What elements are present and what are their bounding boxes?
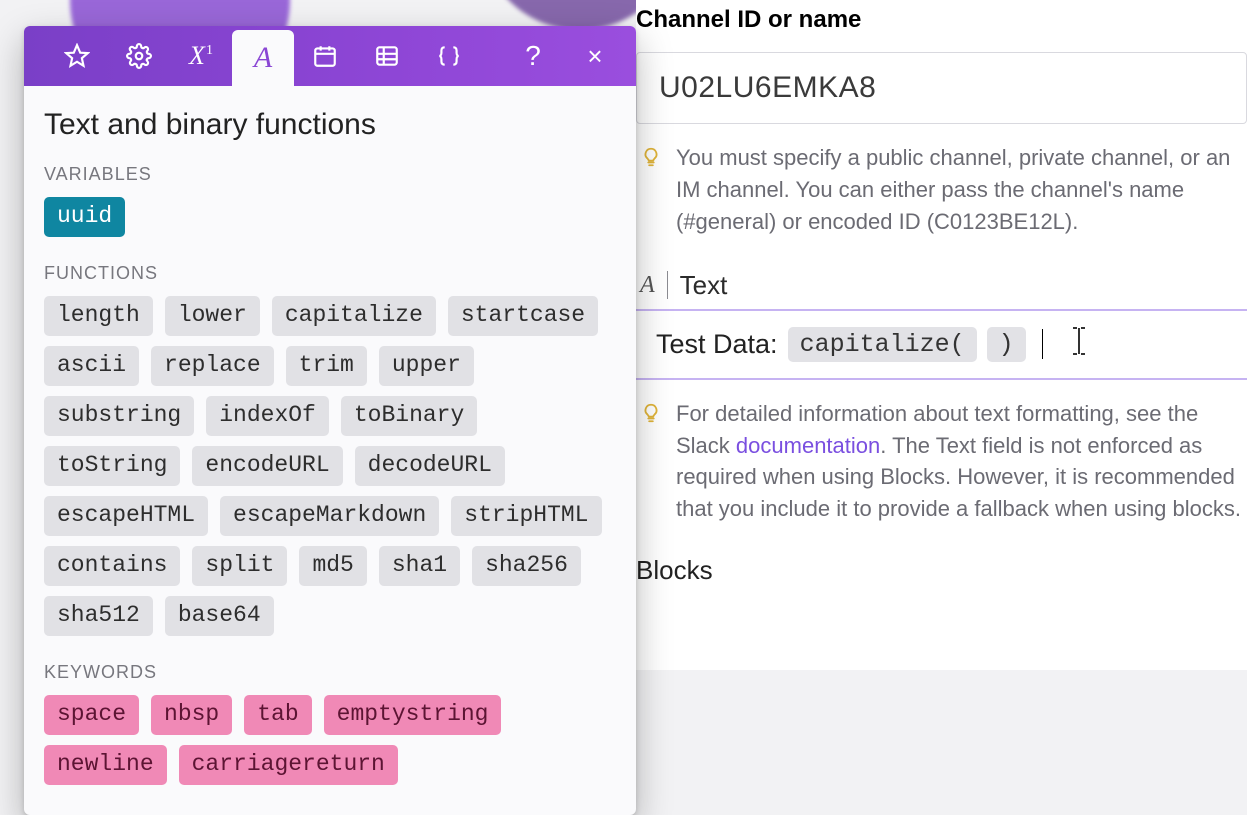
function-pill-base64[interactable]: base64 [165, 596, 274, 636]
channel-hint: You must specify a public channel, priva… [636, 124, 1247, 238]
keyword-pill-space[interactable]: space [44, 695, 139, 735]
braces-icon [436, 43, 462, 69]
tab-text[interactable]: A [232, 30, 294, 86]
function-pill-indexOf[interactable]: indexOf [206, 396, 329, 436]
keyword-pill-newline[interactable]: newline [44, 745, 167, 785]
function-token-close[interactable]: ) [987, 327, 1026, 362]
tab-json[interactable] [418, 26, 480, 86]
channel-input-wrap[interactable] [636, 52, 1247, 124]
function-pill-escapeMarkdown[interactable]: escapeMarkdown [220, 496, 439, 536]
function-pill-toBinary[interactable]: toBinary [341, 396, 477, 436]
text-header-label: Text [680, 270, 728, 301]
text-hint: For detailed information about text form… [636, 380, 1247, 526]
ibeam-cursor-icon [1069, 325, 1089, 364]
function-pill-ascii[interactable]: ascii [44, 346, 139, 386]
keywords-list: space nbsptab emptystring newline carriagere… [44, 695, 616, 785]
channel-input[interactable] [659, 71, 1224, 105]
keyword-pill-carriagereturn[interactable]: carriagereturn [179, 745, 398, 785]
popover-tabs: X1 A ? × [24, 26, 636, 86]
function-pill-sha256[interactable]: sha256 [472, 546, 581, 586]
math-icon: X1 [189, 41, 213, 71]
blocks-label: Blocks [636, 525, 1247, 596]
function-pill-length[interactable]: length [44, 296, 153, 336]
help-icon: ? [525, 40, 541, 72]
function-pill-split[interactable]: split [192, 546, 287, 586]
keyword-pill-tab[interactable]: tab [244, 695, 311, 735]
function-pill-sha512[interactable]: sha512 [44, 596, 153, 636]
function-pill-replace[interactable]: replace [151, 346, 274, 386]
divider [667, 271, 668, 299]
function-pill-contains[interactable]: contains [44, 546, 180, 586]
function-pill-trim[interactable]: trim [286, 346, 367, 386]
tab-settings[interactable] [108, 26, 170, 86]
gear-icon [126, 43, 152, 69]
function-pill-upper[interactable]: upper [379, 346, 474, 386]
text-hint-body: For detailed information about text form… [676, 398, 1247, 526]
lightbulb-icon [640, 402, 662, 424]
function-token-open[interactable]: capitalize( [788, 327, 977, 362]
tab-close[interactable]: × [564, 26, 626, 86]
function-pill-startcase[interactable]: startcase [448, 296, 598, 336]
function-pill-stripHTML[interactable]: stripHTML [451, 496, 601, 536]
tab-favorites[interactable] [46, 26, 108, 86]
form-pane: Channel ID or name You must specify a pu… [636, 0, 1247, 670]
text-input[interactable]: Test Data: capitalize( ) [636, 309, 1247, 380]
function-popover: X1 A ? × Text and binary functions VARIA… [24, 26, 636, 815]
function-pill-capitalize[interactable]: capitalize [272, 296, 436, 336]
keyword-pill-emptystring[interactable]: emptystring [324, 695, 502, 735]
table-icon [374, 43, 400, 69]
tab-date[interactable] [294, 26, 356, 86]
text-caret [1042, 329, 1043, 359]
close-icon: × [587, 41, 602, 72]
function-pill-substring[interactable]: substring [44, 396, 194, 436]
lightbulb-icon [640, 146, 662, 168]
channel-label: Channel ID or name [636, 0, 1247, 44]
calendar-icon [312, 43, 338, 69]
documentation-link[interactable]: documentation [736, 433, 880, 458]
function-pill-md5[interactable]: md5 [299, 546, 366, 586]
functions-list: length lower capitalize startcase ascii repla… [44, 296, 616, 636]
tab-math[interactable]: X1 [170, 26, 232, 86]
functions-group-label: FUNCTIONS [44, 263, 616, 284]
variable-pill-uuid[interactable]: uuid [44, 197, 125, 237]
variables-group-label: VARIABLES [44, 164, 616, 185]
function-pill-lower[interactable]: lower [165, 296, 260, 336]
star-icon [64, 43, 90, 69]
keyword-pill-nbsp[interactable]: nbsp [151, 695, 232, 735]
text-section: A Text Test Data: capitalize( ) For deta… [636, 266, 1247, 597]
function-pill-toString[interactable]: toString [44, 446, 180, 486]
keywords-group-label: KEYWORDS [44, 662, 616, 683]
popover-title: Text and binary functions [44, 108, 616, 142]
function-pill-decodeURL[interactable]: decodeURL [355, 446, 505, 486]
function-pill-escapeHTML[interactable]: escapeHTML [44, 496, 208, 536]
popover-body: Text and binary functions VARIABLES uuid… [24, 86, 636, 815]
channel-hint-text: You must specify a public channel, priva… [676, 142, 1247, 238]
text-header: A Text [636, 266, 1247, 309]
text-input-prefix: Test Data: [656, 329, 778, 360]
tab-help[interactable]: ? [502, 26, 564, 86]
tab-array[interactable] [356, 26, 418, 86]
variables-list: uuid [44, 197, 616, 237]
function-pill-encodeURL[interactable]: encodeURL [192, 446, 342, 486]
text-icon: A [254, 41, 272, 75]
function-pill-sha1[interactable]: sha1 [379, 546, 460, 586]
text-type-icon: A [640, 272, 655, 299]
